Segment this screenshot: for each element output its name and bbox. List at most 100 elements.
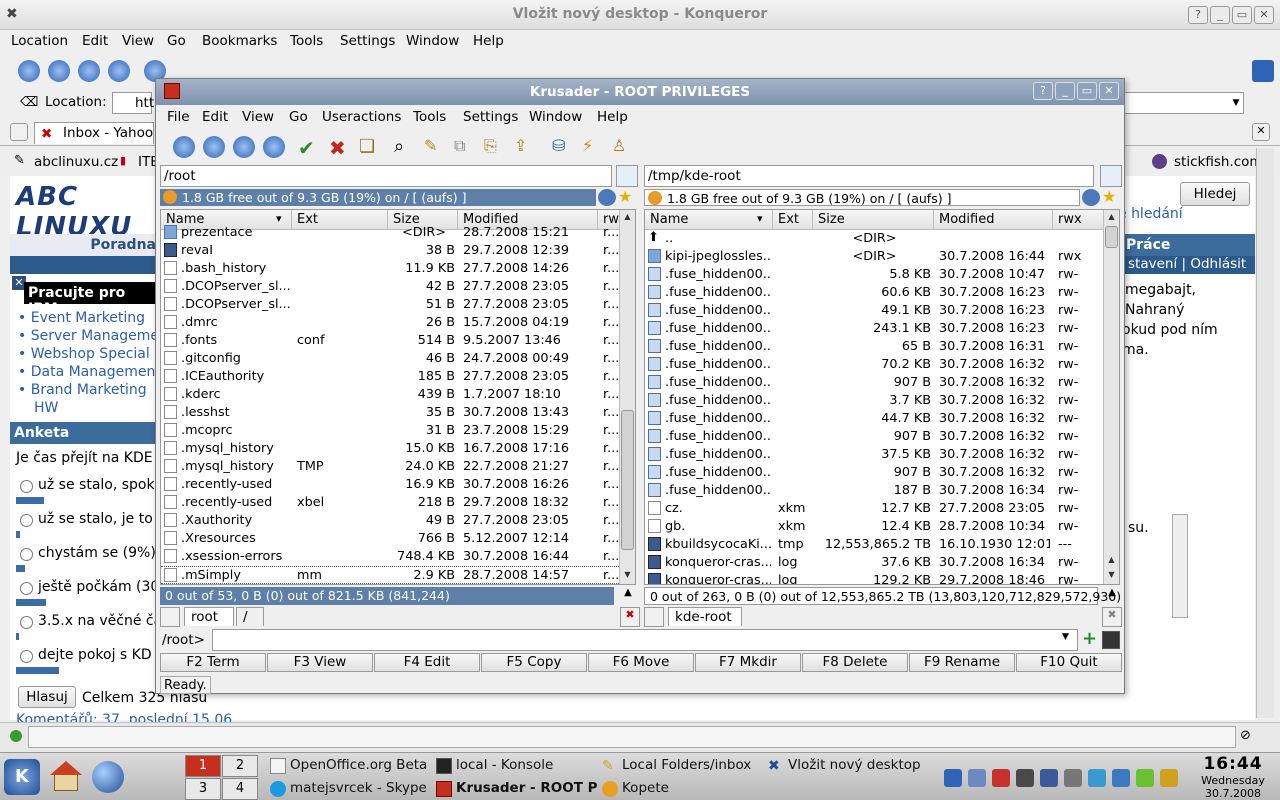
file-row[interactable]: .mSimply mm 2.9 KB 28.7.2008 14:57 r... [161, 566, 619, 584]
user-nav-links[interactable]: stavení | Odhlásit [1122, 256, 1255, 274]
tray-monitor-icon[interactable] [1016, 769, 1034, 787]
file-row[interactable]: .fuse_hidden00... 5.8 KB 30.7.2008 10:47 rw… [645, 266, 1103, 284]
tray-device-icon[interactable] [1040, 769, 1058, 787]
tray-printer-icon[interactable] [1064, 769, 1082, 787]
menu-tools[interactable]: Tools [290, 33, 323, 49]
file-row[interactable]: .DCOPserver_sl... 51 B 27.7.2008 23:05 r... [161, 296, 619, 314]
minimize-button[interactable]: _ [1210, 6, 1230, 24]
tray-display-icon[interactable] [968, 769, 986, 787]
poll-radio[interactable] [20, 582, 33, 595]
help-button[interactable]: ? [1188, 6, 1208, 24]
back-icon[interactable] [173, 136, 195, 158]
left-scrollbar[interactable]: ▲ ▼ [619, 210, 635, 584]
forward-icon[interactable] [48, 60, 70, 82]
menu-bookmarks[interactable]: Bookmarks [202, 33, 277, 49]
file-row[interactable]: konqueror-cras... log 37.6 KB 30.7.2008 16:… [645, 554, 1103, 572]
menu-file[interactable]: File [167, 109, 190, 125]
maximize-button[interactable]: ▭ [1232, 6, 1252, 24]
menu-edit[interactable]: Edit [82, 33, 108, 49]
file-row[interactable]: prezentace <DIR> 28.7.2008 15:21 r... [161, 224, 619, 242]
file-row[interactable]: .dmrc 26 B 15.7.2008 04:19 r... [161, 314, 619, 332]
home-icon[interactable] [108, 60, 130, 82]
left-bookmark-star-icon[interactable]: ★ [618, 189, 636, 206]
menu-help[interactable]: Help [597, 109, 628, 125]
menu-view[interactable]: View [242, 109, 274, 125]
pager-desktop-2[interactable]: 2 [222, 755, 258, 777]
right-path-field[interactable]: /tmp/kde-root [644, 165, 1094, 187]
home-icon[interactable] [50, 761, 82, 793]
up-icon[interactable] [78, 60, 100, 82]
left-path-field[interactable]: /root [160, 165, 612, 187]
sync-icon[interactable]: ⚡ [582, 136, 604, 158]
maximize-button[interactable]: ▭ [1077, 82, 1097, 100]
pager-desktop-4[interactable]: 4 [222, 778, 258, 800]
location-input-end[interactable] [1124, 92, 1244, 114]
file-row[interactable]: ⬆.. <DIR> [645, 230, 1103, 248]
tray-chat-icon[interactable] [1136, 769, 1154, 787]
ibm-link[interactable]: HW [34, 400, 58, 416]
poll-radio[interactable] [20, 616, 33, 629]
file-row[interactable]: .recently-used xbel 218 B 29.7.2008 18:32 r.… [161, 494, 619, 512]
command-input[interactable] [212, 629, 1078, 651]
file-row[interactable]: revaI 38 B 29.7.2008 12:39 r... [161, 242, 619, 260]
chevron-down-icon[interactable]: ▼ [1228, 93, 1244, 113]
file-row[interactable]: .xsession-errors 748.4 KB 30.7.2008 16:44 r… [161, 548, 619, 566]
file-row[interactable]: .bash_history 11.9 KB 27.7.2008 14:26 r... [161, 260, 619, 278]
f10-quit-button[interactable]: F10 Quit [1016, 653, 1122, 672]
new-tab-icon[interactable] [644, 607, 664, 627]
right-panel-toggle-icon[interactable]: ▲ [1104, 587, 1120, 605]
f9-rename-button[interactable]: F9 Rename [909, 653, 1015, 672]
minimize-button[interactable]: _ [1055, 82, 1075, 100]
new-file-icon[interactable]: ✎ [424, 136, 446, 158]
file-row[interactable]: .recently-used 16.9 KB 30.7.2008 16:26 r... [161, 476, 619, 494]
konqueror-titlebar[interactable]: ✖ Vložit nový desktop - Konqueror ? _ ▭ … [0, 0, 1280, 30]
browser-globe-icon[interactable] [92, 761, 124, 793]
left-history-icon[interactable] [598, 189, 616, 206]
column-header-name[interactable]: Name [645, 210, 773, 230]
file-row[interactable]: gb. xkm 12.4 KB 28.7.2008 10:34 rw- [645, 518, 1103, 536]
advanced-search-link[interactable]: e hledání [1118, 206, 1183, 222]
f8-delete-button[interactable]: F8 Delete [802, 653, 908, 672]
file-row[interactable]: .kderc 439 B 1.7.2007 18:10 r... [161, 386, 619, 404]
task-krusader[interactable]: Krusader - ROOT P [434, 778, 602, 800]
new-tab-icon[interactable] [10, 123, 28, 141]
file-row[interactable]: .DCOPserver_sl... 42 B 27.7.2008 23:05 r... [161, 278, 619, 296]
kde-konqueror-icon[interactable] [1252, 60, 1274, 82]
terminal-icon[interactable] [1102, 631, 1120, 649]
scroll-up-icon[interactable]: ▲ [1105, 553, 1118, 567]
menu-settings[interactable]: Settings [340, 33, 395, 49]
location-input[interactable]: htt [112, 92, 154, 114]
file-row[interactable]: .fuse_hidden00... 70.2 KB 30.7.2008 16:32 r… [645, 356, 1103, 374]
textarea-scrollbar[interactable] [1172, 514, 1188, 618]
right-folder-history-icon[interactable] [1100, 165, 1122, 187]
ibm-link[interactable]: • Data Managemen [18, 364, 155, 380]
right-history-icon[interactable] [1082, 189, 1100, 206]
menu-window[interactable]: Window [529, 109, 582, 125]
menu-settings[interactable]: Settings [463, 109, 518, 125]
close-button[interactable]: ✕ [1254, 6, 1274, 24]
kde-menu-icon[interactable]: K [4, 759, 40, 795]
close-button[interactable]: ✕ [1099, 82, 1119, 100]
tab-inbox-yahoo[interactable]: ✖ Inbox - Yahoo [34, 122, 154, 144]
tray-bluetooth-icon[interactable] [1088, 769, 1106, 787]
tab-kde-root[interactable]: kde-root [668, 607, 742, 626]
poll-radio[interactable] [20, 514, 33, 527]
add-command-icon[interactable]: + [1082, 630, 1100, 649]
abclinuxu-logo[interactable]: ABC LINUXU [16, 182, 156, 242]
back-icon[interactable] [18, 60, 40, 82]
task-konsole[interactable]: local - Konsole [434, 755, 557, 777]
file-row[interactable]: .gitconfig 46 B 24.7.2008 00:49 r... [161, 350, 619, 368]
file-row[interactable]: .fuse_hidden00... 907 B 30.7.2008 16:32 rw- [645, 428, 1103, 446]
page-scrollbar[interactable] [1256, 148, 1274, 718]
menu-edit[interactable]: Edit [202, 109, 228, 125]
home-icon[interactable] [233, 136, 255, 158]
file-row[interactable]: .fuse_hidden00... 907 B 30.7.2008 16:32 rw- [645, 374, 1103, 392]
tab-root[interactable]: root [184, 607, 234, 626]
file-row[interactable]: .mysql_history 15.0 KB 16.7.2008 17:16 r... [161, 440, 619, 458]
file-row[interactable]: .Xresources 766 B 5.12.2007 12:14 r... [161, 530, 619, 548]
ibm-link[interactable]: • Brand Marketing [18, 382, 147, 398]
file-row[interactable]: .lesshst 35 B 30.7.2008 13:43 r... [161, 404, 619, 422]
tab-slash[interactable]: / [236, 607, 264, 626]
menu-view[interactable]: View [122, 33, 154, 49]
help-button[interactable]: ? [1033, 82, 1053, 100]
